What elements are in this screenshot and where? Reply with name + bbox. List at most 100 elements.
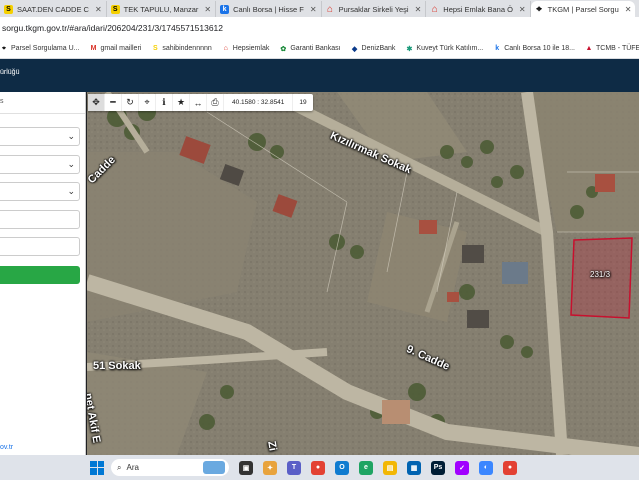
tab-title: Hepsi Emlak Bana Ö (443, 4, 513, 14)
map-toolbar: ✥ ━ ↻ ⌖ ℹ ★ ↔ ⎙ 40.1580 : 32.8541 19 (88, 94, 313, 111)
chrome-profile-icon[interactable]: ● (503, 460, 517, 475)
tab-3[interactable]: ⌂ Pursaklar Sirkeli Yeşi ✕ (322, 1, 427, 17)
bookmark-5[interactable]: ◆ DenizBank (351, 45, 396, 53)
windows-start-icon[interactable] (90, 460, 104, 475)
search-placeholder: Ara (126, 463, 139, 472)
info-icon[interactable]: ℹ (156, 94, 173, 111)
close-icon[interactable]: ✕ (204, 5, 211, 14)
satellite-map[interactable]: Kızılırmak Sokak 9. Cadde 51 Sokak Cadde… (87, 92, 639, 455)
district-select[interactable]: ⌄ (0, 155, 80, 174)
bookmark-label: Canlı Borsa 10 ile 18... (504, 45, 576, 52)
close-icon[interactable]: ✕ (415, 5, 422, 14)
close-icon[interactable]: ✕ (519, 5, 526, 14)
neighborhood-select[interactable]: ⌄ (0, 182, 80, 201)
search-highlight-icon (203, 461, 225, 474)
tab-1[interactable]: S TEK TAPULU, Manzar ✕ (107, 1, 217, 17)
tab-title: Pursaklar Sirkeli Yeşi (338, 4, 409, 14)
street-label-51-sokak: 51 Sokak (93, 360, 141, 372)
bookmark-label: sahibindennnnn (162, 45, 212, 52)
bookmark-8[interactable]: ▲TCMB - TÜFEEEEE (585, 45, 639, 53)
task-view-icon[interactable]: ▣ (239, 460, 253, 475)
bookmark-6[interactable]: ✱ Kuveyt Türk Katılım... (405, 45, 483, 53)
bookmark-3[interactable]: ⌂ Hepsiemlak (222, 45, 270, 53)
gmail-icon: M (90, 45, 97, 52)
location-icon: ⌖ (2, 44, 6, 52)
close-icon[interactable]: ✕ (310, 5, 317, 14)
teams-icon[interactable]: T (287, 460, 301, 475)
street-label-zi: Zi (265, 440, 279, 452)
print-icon[interactable]: ⎙ (207, 94, 224, 111)
outlook-icon[interactable]: O (335, 460, 349, 475)
block-input[interactable] (0, 210, 80, 229)
photoshop-icon[interactable]: Ps (431, 460, 445, 475)
s-icon: S (152, 45, 158, 52)
p-icon: ⌂ (431, 3, 438, 15)
photos-icon[interactable]: ◐ (479, 460, 493, 475)
p-icon: ⌂ (327, 3, 334, 15)
garanti-icon: ✿ (280, 45, 287, 53)
s-icon: S (110, 4, 120, 14)
taskbar-search[interactable]: ⌕ Ara (111, 459, 229, 476)
chevron-down-icon: ⌄ (67, 131, 75, 141)
bookmark-label: DenizBank (361, 45, 396, 52)
bookmark-label: Garanti Bankası (290, 45, 341, 52)
parcel-label: 231/3 (590, 270, 611, 279)
pan-icon[interactable]: ✥ (88, 94, 105, 111)
refresh-icon[interactable]: ↻ (122, 94, 139, 111)
bookmark-7[interactable]: k Canlı Borsa 10 ile 18... (493, 45, 575, 53)
zoom-level: 19 (299, 99, 307, 106)
star-icon[interactable]: ★ (173, 94, 190, 111)
edge-icon[interactable]: e (359, 460, 373, 475)
locate-icon[interactable]: ⌖ (139, 94, 156, 111)
tab-title: SAAT.DEN CADDE C (17, 4, 89, 14)
measure-icon[interactable]: ↔ (190, 94, 207, 111)
tab-title: TKGM | Parsel Sorgu (547, 4, 619, 14)
widgets-icon[interactable]: ✦ (263, 460, 277, 475)
chevron-down-icon: ⌄ (67, 159, 75, 169)
close-icon[interactable]: ✕ (625, 5, 632, 14)
app-icon[interactable]: ✓ (455, 460, 469, 475)
location-icon: ⌖ (536, 3, 542, 15)
tcmb-icon: ▲ (585, 45, 593, 52)
bookmark-label: Kuveyt Türk Katılım... (416, 45, 484, 52)
panel-header: s (0, 92, 85, 114)
bookmark-0[interactable]: ⌖ Parsel Sorgulama U... (0, 45, 79, 53)
tab-5[interactable]: ⌖ TKGM | Parsel Sorgu ✕ (530, 1, 636, 17)
chrome-icon[interactable]: ● (311, 460, 325, 475)
k-icon: k (495, 45, 500, 52)
query-panel: s ⌄ ⌄ ⌄ ov.tr (0, 92, 86, 455)
bookmark-2[interactable]: Ssahibindennnnn (151, 45, 212, 53)
bookmark-4[interactable]: ✿ Garanti Bankası (279, 45, 340, 53)
tab-strip: S SAAT.DEN CADDE C ✕ S TEK TAPULU, Manzar ✕ k C… (0, 0, 639, 17)
k-icon: k (220, 4, 230, 14)
query-button[interactable] (0, 266, 80, 284)
tab-4[interactable]: ⌂ Hepsi Emlak Bana Ö ✕ (426, 1, 531, 17)
parcel-input[interactable] (0, 237, 80, 256)
search-icon: ⌕ (117, 462, 122, 472)
bookmark-label: Parsel Sorgulama U... (11, 45, 80, 52)
denizbank-icon: ◆ (351, 45, 358, 53)
close-icon[interactable]: ✕ (95, 5, 102, 14)
tab-0[interactable]: S SAAT.DEN CADDE C ✕ (0, 1, 107, 17)
file-explorer-icon[interactable]: ▤ (383, 460, 397, 475)
bookmark-1[interactable]: Mgmail mailleri (89, 45, 142, 53)
s-icon: S (4, 4, 13, 14)
url-text[interactable]: sorgu.tkgm.gov.tr/#ara/idari/206204/231/… (2, 23, 223, 33)
bookmark-label: Hepsiemlak (232, 45, 270, 52)
bookmarks-bar: ⌖ Parsel Sorgulama U... Mgmail mailleri Ssa… (0, 39, 639, 59)
bookmark-label: gmail mailleri (100, 45, 142, 52)
province-select[interactable]: ⌄ (0, 127, 80, 146)
taskbar: ⌕ Ara ▣ ✦ T ● O e ▤ ▦ Ps ✓ ◐ ● (0, 455, 639, 480)
address-bar[interactable]: sorgu.tkgm.gov.tr/#ara/idari/206204/231/… (0, 17, 639, 39)
coordinate-readout: 40.1580 : 32.8541 (224, 94, 294, 111)
zoom-out-icon[interactable]: ━ (105, 94, 122, 111)
chevron-down-icon: ⌄ (67, 186, 75, 196)
tab-title: TEK TAPULU, Manzar (123, 4, 199, 14)
site-header-title: ürlüğü (0, 69, 20, 76)
footer-link[interactable]: ov.tr (0, 444, 13, 451)
store-icon[interactable]: ▦ (407, 460, 421, 475)
p-icon: ⌂ (223, 45, 228, 52)
tab-2[interactable]: k Canlı Borsa | Hisse F ✕ (216, 1, 322, 17)
tab-title: Canlı Borsa | Hisse F (233, 4, 304, 14)
site-header: ürlüğü (0, 59, 639, 92)
